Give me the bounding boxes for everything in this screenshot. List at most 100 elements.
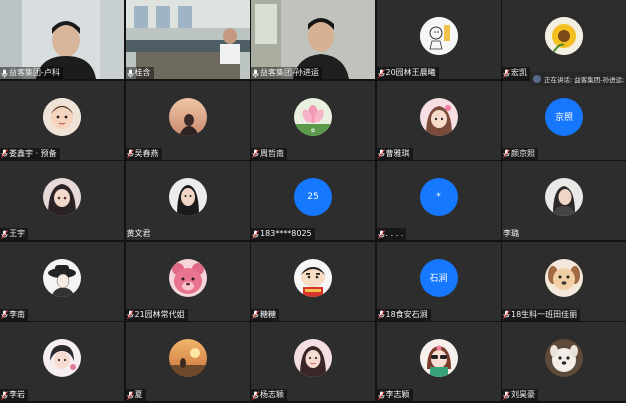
microphone-muted-icon (377, 149, 385, 158)
participant-name: 18食安石涧 (385, 309, 428, 319)
microphone-muted-icon (252, 390, 259, 400)
participant-tile[interactable]: 夏 (125, 322, 250, 401)
participant-name: 李璐 (503, 229, 519, 238)
participant-nameplate: 李岩 (0, 389, 28, 401)
woman-portrait-avatar (545, 178, 583, 217)
participant-nameplate: 曹雅琪 (376, 147, 413, 160)
participant-name: 20园林王晨曦 (385, 68, 436, 77)
microphone-muted-icon (377, 68, 385, 78)
participant-name: 李南 (9, 309, 25, 319)
participant-nameplate: . . . . (376, 228, 407, 240)
anime-girl-avatar (419, 97, 458, 136)
speaker-avatar-icon (533, 75, 541, 83)
participant-tile[interactable]: 黄文君 (125, 161, 250, 240)
participant-name: 周哲南 (260, 148, 284, 158)
participant-tile[interactable]: 桂含 (125, 0, 250, 79)
participant-tile[interactable]: 宏凯 (502, 0, 626, 79)
sunset-silhouette-avatar (168, 97, 207, 136)
baby-photo-avatar (43, 97, 81, 136)
microphone-muted-icon (252, 229, 259, 239)
hat-girl-sketch-avatar (43, 258, 81, 297)
participant-tile[interactable]: 李璐 (502, 161, 626, 240)
microphone-muted-icon (377, 390, 385, 400)
participant-nameplate: 21园林常代姐 (125, 308, 188, 321)
microphone-muted-icon (503, 68, 510, 78)
participant-name: 黄文君 (126, 229, 151, 238)
participant-tile[interactable]: * . . . . (376, 161, 501, 240)
participant-nameplate: 娄鑫宇 · 预备 (0, 147, 60, 160)
cartoon-sunglasses-girl-avatar (419, 339, 458, 378)
participant-nameplate: 刘昊豪 (502, 389, 538, 401)
participant-name: . . . . (385, 229, 404, 238)
participant-tile[interactable]: 娄鑫宇 · 预备 (0, 80, 124, 160)
participant-nameplate: 李志颖 (376, 389, 413, 401)
microphone-muted-icon (126, 149, 134, 158)
participant-nameplate: 宏凯 (502, 67, 530, 79)
participant-nameplate: 益客集团-孙进运 (251, 67, 322, 79)
participant-tile[interactable]: 益客集团-孙进运 (251, 0, 375, 79)
participant-tile[interactable]: 18生科一班田佳丽 (502, 241, 626, 321)
participant-nameplate: 杨志颖 (251, 389, 287, 401)
participant-tile[interactable]: 益客集团-卢科 (0, 0, 124, 79)
participant-tile[interactable]: 杨志颖 (251, 322, 375, 401)
participant-name: 益客集团-卢科 (9, 68, 60, 77)
puppy-avatar (545, 339, 583, 378)
participant-nameplate: 糖糖 (251, 308, 279, 321)
participant-tile[interactable]: 曹雅琪 (376, 80, 501, 160)
participant-nameplate: 颜京照 (502, 147, 538, 160)
text-avatar: 25 (294, 178, 332, 217)
lotso-bear-avatar (168, 258, 207, 297)
participant-tile[interactable]: 20园林王晨曦 (376, 0, 501, 79)
participant-tile[interactable]: 吴春燕 (125, 80, 250, 160)
sunflower-avatar (545, 17, 583, 56)
text-avatar: * (419, 178, 458, 217)
participant-nameplate: 吴春燕 (125, 147, 162, 160)
girl-selfie-avatar (294, 339, 332, 378)
participant-tile[interactable]: 糖糖 (251, 241, 375, 321)
participant-name: 曹雅琪 (385, 148, 410, 158)
participant-name: 宏凯 (511, 68, 527, 77)
participant-tile[interactable]: 石涧 18食安石涧 (376, 241, 501, 321)
microphone-muted-icon (1, 310, 8, 319)
participant-nameplate: 18食安石涧 (376, 308, 431, 321)
participant-name: 吴春燕 (134, 148, 159, 158)
participant-nameplate: 18生科一班田佳丽 (502, 308, 581, 321)
speaking-indicator: 正在讲话: 益客集团-孙进运; 韩... (530, 72, 626, 86)
participant-name: 颜京照 (511, 148, 535, 158)
participant-tile[interactable]: 李南 (0, 241, 124, 321)
participant-tile[interactable]: 李岩 (0, 322, 124, 401)
participant-tile[interactable]: 25 183****8025 (251, 161, 375, 240)
microphone-muted-icon (1, 149, 8, 158)
cartoon-drawing-avatar (419, 17, 458, 56)
text-avatar: 石涧 (419, 258, 458, 297)
participant-name: 王宇 (9, 229, 25, 238)
participant-nameplate: 黄文君 (126, 228, 154, 240)
participant-nameplate: 桂含 (125, 67, 154, 79)
microphone-muted-icon (1, 390, 8, 400)
participant-nameplate: 王宇 (0, 228, 28, 240)
microphone-muted-icon (126, 310, 134, 319)
participant-name: 娄鑫宇 · 预备 (9, 148, 57, 158)
microphone-muted-icon (503, 310, 510, 319)
participant-nameplate: 周哲南 (251, 147, 287, 160)
participant-name: 刘昊豪 (511, 390, 535, 399)
microphone-icon (252, 69, 259, 78)
participant-tile[interactable]: 21园林常代姐 (125, 241, 250, 321)
anime-boy-avatar (43, 339, 81, 378)
participant-name: 李岩 (9, 390, 25, 399)
participant-tile[interactable]: 王宇 (0, 161, 124, 240)
svg-text:✿: ✿ (311, 128, 315, 134)
participant-name: 益客集团-孙进运 (260, 68, 319, 77)
participant-name: 18生科一班田佳丽 (511, 309, 578, 319)
participant-tile[interactable]: 刘昊豪 (502, 322, 626, 401)
microphone-muted-icon (377, 229, 385, 239)
participant-name: 夏 (134, 390, 143, 399)
participant-tile[interactable]: 京照 颜京照 (502, 80, 626, 160)
participant-tile[interactable]: ✿ 周哲南 (251, 80, 375, 160)
anime-girl-dark-hair-avatar (43, 178, 81, 217)
participant-nameplate: 20园林王晨曦 (376, 67, 439, 79)
participant-grid: 益客集团-卢科 桂含 益客集团-孙进运 20园林王晨曦 宏凯 娄鑫宇 · 预备 … (0, 0, 626, 403)
microphone-muted-icon (252, 149, 259, 158)
participant-name: 21园林常代姐 (134, 309, 185, 319)
participant-tile[interactable]: 李志颖 (376, 322, 501, 401)
